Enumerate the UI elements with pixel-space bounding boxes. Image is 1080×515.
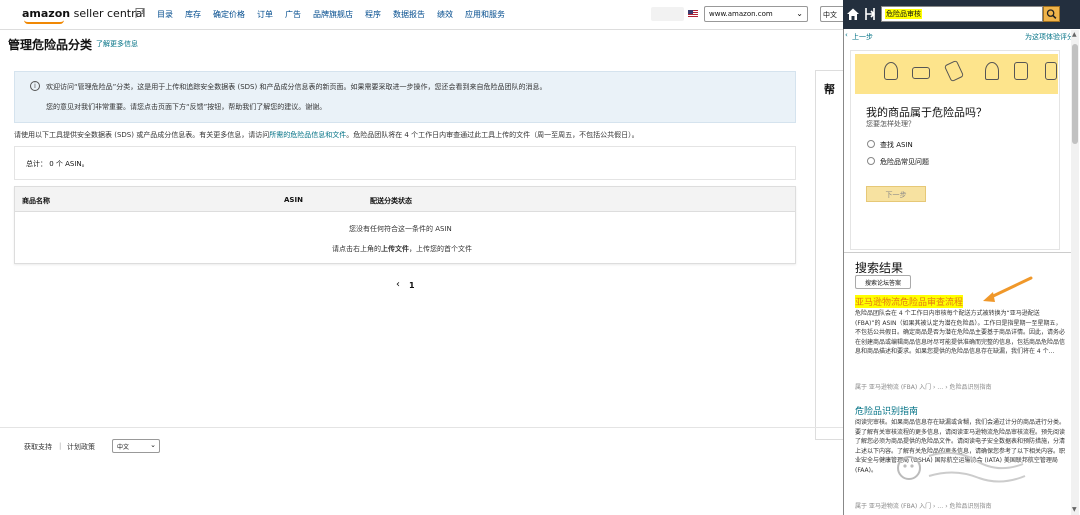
rate-experience-link[interactable]: 为这项体验评分 xyxy=(1025,32,1074,42)
footer-help-link[interactable]: 获取支持 xyxy=(24,442,52,452)
footer-policy-link[interactable]: 计划政策 xyxy=(67,442,95,452)
hazmat-question: 我的商品属于危险品吗？ xyxy=(866,106,987,119)
total-box xyxy=(14,146,796,180)
info-icon: i xyxy=(30,81,40,91)
bottle-icon xyxy=(884,62,898,80)
us-flag-icon xyxy=(688,10,698,17)
home-icon[interactable] xyxy=(846,7,860,21)
flag-icon[interactable] xyxy=(134,7,146,19)
pagination-page[interactable]: 1 xyxy=(409,281,415,290)
annotation-arrow-icon xyxy=(983,276,1033,302)
scroll-up-icon[interactable]: ▲ xyxy=(1072,31,1077,38)
help-search-value: 危险品审核 xyxy=(885,9,922,19)
scrollbar-thumb[interactable] xyxy=(1072,44,1078,144)
description-pre: 请使用以下工具提供安全数据表 (SDS) 或产品成分信息表。有关更多信息，请访问 xyxy=(14,131,270,139)
scroll-down-icon[interactable]: ▼ xyxy=(1072,506,1077,513)
back-arrow-icon[interactable]: ‹ xyxy=(845,31,848,39)
nav-catalog[interactable]: 目录 xyxy=(157,9,173,20)
pagination-prev[interactable]: ‹ xyxy=(396,279,400,290)
result-breadcrumb-2: 属于 亚马逊物流 (FBA) 入门 › … › 危险品识别指南 xyxy=(855,503,992,510)
info-banner xyxy=(14,71,796,123)
help-back-link[interactable]: 上一步 xyxy=(852,32,873,42)
chevron-down-icon: ⌄ xyxy=(796,9,803,18)
footer-language-select[interactable]: 中文 ⌄ xyxy=(112,439,160,453)
nav-programs[interactable]: 程序 xyxy=(365,9,381,20)
main-nav: 目录 库存 确定价格 订单 广告 品牌旗舰店 程序 数据报告 绩效 应用和服务 xyxy=(157,9,505,20)
empty-hint-pre: 请点击右上角的 xyxy=(332,245,381,253)
bulb-icon xyxy=(985,62,999,80)
footer-language-value: 中文 xyxy=(117,444,130,451)
info-text-1: 欢迎访问“管理危险品”分类，这是用于上传和追踪安全数据表 (SDS) 和产品成分… xyxy=(46,83,547,91)
radio-hazmat-faq[interactable] xyxy=(867,157,875,165)
footer-divider xyxy=(0,427,844,428)
logo-amazon: amazon xyxy=(22,7,71,20)
result-breadcrumb-1: 属于 亚马逊物流 (FBA) 入门 › … › 危险品识别指南 xyxy=(855,384,992,391)
result-title-2[interactable]: 危险品识别指南 xyxy=(855,404,918,417)
cell-icon xyxy=(1014,62,1028,80)
nav-apps[interactable]: 应用和服务 xyxy=(465,9,505,20)
search-forum-button[interactable]: 搜索论坛答案 xyxy=(855,275,911,289)
seller-central-logo[interactable]: amazon seller central xyxy=(22,7,145,24)
watermark-logo-icon xyxy=(897,451,1026,483)
chevron-down-icon: ⌄ xyxy=(150,441,156,449)
upload-file-text: 上传文件 xyxy=(381,245,409,253)
nav-advertising[interactable]: 广告 xyxy=(285,9,301,20)
marketplace-value: www.amazon.com xyxy=(709,10,773,18)
result-body-1: 危险品团队会在 4 个工作日内审核每个配送方式被转换为“亚马逊配送 (FBA)”… xyxy=(855,310,1065,356)
description-post: 。危险品团队将在 4 个工作日内审查通过此工具上传的文件（周一至周五，不包括公共… xyxy=(346,131,639,139)
radio-find-asin[interactable] xyxy=(867,140,875,148)
search-icon[interactable] xyxy=(1043,6,1060,22)
description-text: 请使用以下工具提供安全数据表 (SDS) 或产品成分信息表。有关更多信息，请访问… xyxy=(14,130,639,140)
container-icon xyxy=(1045,62,1057,80)
required-info-link[interactable]: 所需的危险品信息和文件 xyxy=(269,131,346,139)
column-asin[interactable]: ASIN xyxy=(284,196,303,204)
help-column-title: 帮 xyxy=(824,83,835,96)
info-text-2: 您的意见对我们非常重要。请您点击页面下方“反馈”按钮，帮助我们了解您的建议。谢谢… xyxy=(46,103,327,111)
next-button[interactable]: 下一步 xyxy=(866,186,926,202)
nav-orders[interactable]: 订单 xyxy=(257,9,273,20)
dock-icon[interactable] xyxy=(864,7,876,21)
footer-separator: | xyxy=(59,442,62,450)
radio-hazmat-faq-label[interactable]: 危险品常见问题 xyxy=(880,157,929,167)
battery-icon xyxy=(912,67,930,79)
column-product-name[interactable]: 商品名称 xyxy=(22,196,50,206)
radio-find-asin-label[interactable]: 查找 ASIN xyxy=(880,140,913,150)
panel-divider xyxy=(844,252,1071,253)
header-search-box[interactable] xyxy=(651,7,684,21)
hazmat-question-sub: 您要怎样处理？ xyxy=(866,120,915,128)
marketplace-select[interactable]: www.amazon.com ⌄ xyxy=(704,6,808,22)
empty-message: 您没有任何符合这一条件的 ASIN xyxy=(349,225,452,233)
logo-smile-icon xyxy=(24,20,64,24)
search-results-title: 搜索结果 xyxy=(855,261,904,275)
nav-stores[interactable]: 品牌旗舰店 xyxy=(313,9,353,20)
total-count: 总计： 0 个 ASIN。 xyxy=(26,160,89,168)
nav-performance[interactable]: 绩效 xyxy=(437,9,453,20)
nav-pricing[interactable]: 确定价格 xyxy=(213,9,245,20)
nav-reports[interactable]: 数据报告 xyxy=(393,9,425,20)
language-button[interactable]: 中文 xyxy=(820,6,844,22)
page-title: 管理危险品分类 xyxy=(8,38,93,52)
nav-inventory[interactable]: 库存 xyxy=(185,9,201,20)
result-title-1[interactable]: 亚马逊物流危险品审查流程 xyxy=(855,295,964,308)
column-fulfillment-status[interactable]: 配送分类状态 xyxy=(370,196,412,206)
help-column xyxy=(815,70,845,440)
empty-hint: 请点击右上角的上传文件，上传您的首个文件 xyxy=(332,244,472,254)
empty-hint-post: ，上传您的首个文件 xyxy=(409,245,472,253)
learn-more-link[interactable]: 了解更多信息 xyxy=(96,39,138,49)
